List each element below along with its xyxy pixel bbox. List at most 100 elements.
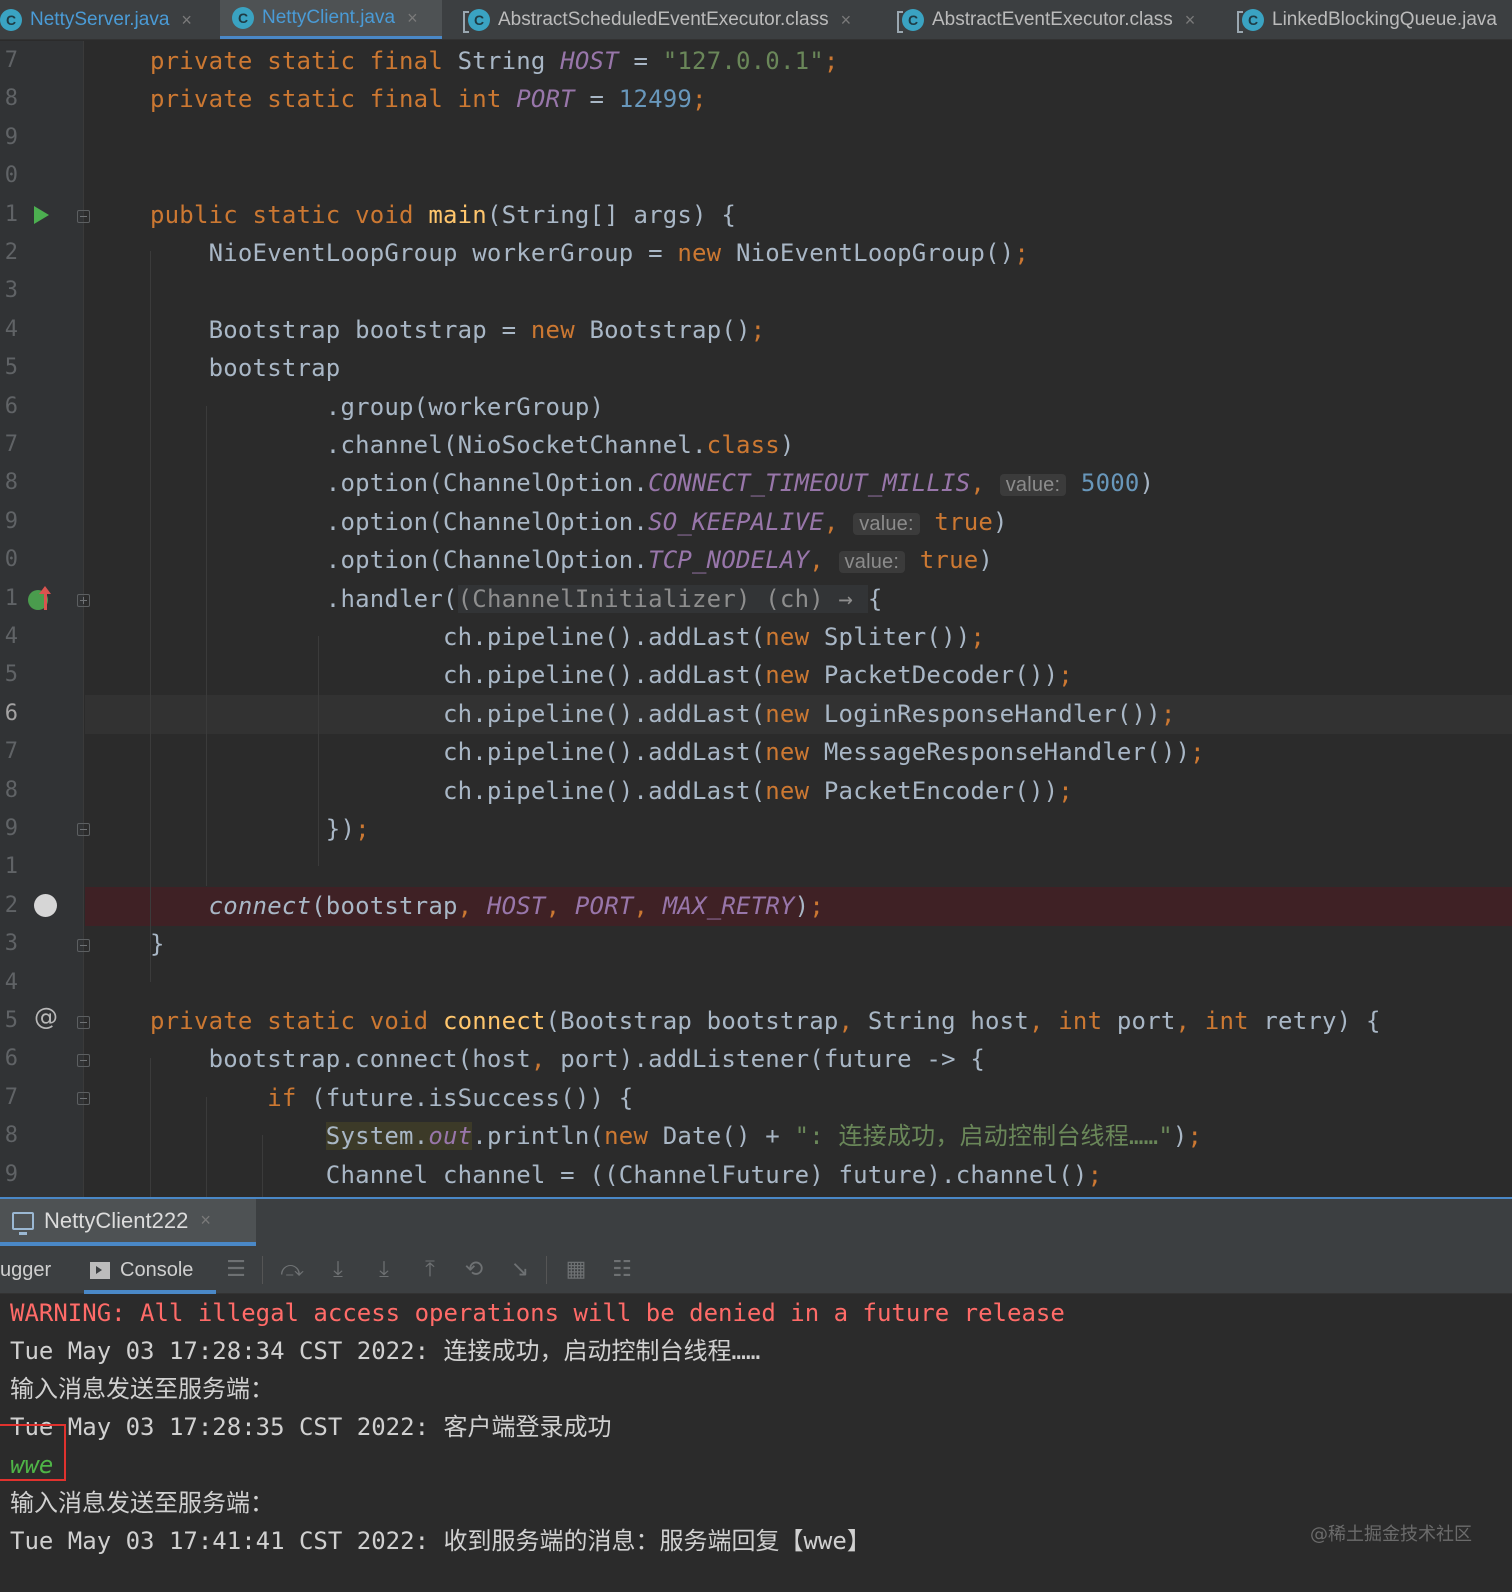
overrides-arrow-icon[interactable] <box>39 586 51 610</box>
code-line[interactable]: private static final String HOST = "127.… <box>0 42 1512 81</box>
code-token: new <box>765 776 824 805</box>
code-line-breakpoint[interactable]: connect(bootstrap, HOST, PORT, MAX_RETRY… <box>85 886 1512 926</box>
tab-linkedblockingqueue[interactable]: C LinkedBlockingQueue.java <box>1232 0 1512 39</box>
code-text: public static void main(String[] args) { <box>150 196 736 235</box>
run-to-cursor-icon[interactable]: ↘ <box>508 1258 532 1282</box>
code-token: ) <box>1139 469 1155 498</box>
tab-label: NettyClient.java <box>262 7 396 28</box>
parameter-hint: value: <box>853 512 920 535</box>
code-line[interactable]: private static final int PORT = 12499; <box>0 80 1512 119</box>
code-text: ch.pipeline().addLast(new LoginResponseH… <box>150 695 1175 734</box>
console-output[interactable]: WARNING: All illegal access operations w… <box>0 1294 1512 1592</box>
tab-abstracteventexecutor[interactable]: C AbstractEventExecutor.class × <box>892 0 1222 39</box>
code-line[interactable] <box>0 119 1512 158</box>
evaluate-expression-icon[interactable]: ▦ <box>564 1258 588 1282</box>
step-out-icon[interactable]: ⤒ <box>418 1258 442 1282</box>
code-token: ; <box>1014 239 1029 267</box>
java-class-icon: C <box>0 9 22 31</box>
console-line: Tue May 03 17:28:35 CST 2022: 客户端登录成功 <box>10 1413 612 1441</box>
tab-abstractscheduledeventexecutor[interactable]: C AbstractScheduledEventExecutor.class × <box>458 0 878 39</box>
code-token: ; <box>1058 661 1073 690</box>
tab-nettyclient[interactable]: C NettyClient.java × <box>220 0 442 39</box>
code-line[interactable]: ch.pipeline().addLast(new LoginResponseH… <box>85 694 1512 734</box>
drop-frame-icon[interactable]: ⟲ <box>462 1258 486 1282</box>
code-line[interactable]: }); <box>0 810 1512 849</box>
fold-icon[interactable] <box>77 1054 90 1067</box>
annotation-at-icon[interactable]: @ <box>34 1003 58 1031</box>
code-line[interactable]: bootstrap.connect(host, port).addListene… <box>0 1040 1512 1079</box>
code-token: ; <box>1160 699 1176 728</box>
code-token: .option(ChannelOption. <box>150 469 649 498</box>
code-line[interactable] <box>0 964 1512 1003</box>
code-line[interactable]: System.out.println(new Date() + ": 连接成功，… <box>0 1117 1512 1156</box>
code-token: new <box>604 1122 663 1151</box>
code-text: System.out.println(new Date() + ": 连接成功，… <box>150 1117 1202 1156</box>
console-icon <box>90 1261 110 1279</box>
console-tab[interactable]: Console <box>90 1246 193 1294</box>
breakpoint-icon[interactable] <box>34 894 57 917</box>
class-file-icon: C <box>1237 9 1264 33</box>
code-token: Spliter()) <box>823 623 971 651</box>
unfold-icon[interactable] <box>77 594 90 607</box>
code-line[interactable] <box>0 272 1512 311</box>
code-line[interactable]: .option(ChannelOption.CONNECT_TIMEOUT_MI… <box>0 464 1512 503</box>
code-text: bootstrap.connect(host, port).addListene… <box>150 1040 985 1079</box>
code-token: ; <box>970 623 986 651</box>
code-line[interactable]: ch.pipeline().addLast(new PacketEncoder(… <box>0 772 1512 811</box>
code-line[interactable]: .handler((ChannelInitializer) (ch) → { <box>0 580 1512 619</box>
step-over-icon[interactable]: ⤼ <box>280 1258 304 1282</box>
debugger-tab[interactable]: ugger <box>0 1246 51 1294</box>
code-token: .option(ChannelOption. <box>150 507 649 536</box>
code-line[interactable]: .option(ChannelOption.SO_KEEPALIVE, valu… <box>0 503 1512 542</box>
code-token: connect <box>442 1007 546 1035</box>
force-step-into-icon[interactable]: ⤓ <box>372 1258 396 1282</box>
code-line[interactable]: NioEventLoopGroup workerGroup = new NioE… <box>0 234 1512 273</box>
code-text: .option(ChannelOption.CONNECT_TIMEOUT_MI… <box>150 464 1154 503</box>
code-line[interactable]: ch.pipeline().addLast(new MessageRespons… <box>0 733 1512 772</box>
code-editor[interactable]: 789012345678901456789123456789 private s… <box>0 41 1512 1197</box>
fold-icon[interactable] <box>77 1092 90 1105</box>
code-line[interactable]: Bootstrap bootstrap = new Bootstrap(); <box>0 311 1512 350</box>
code-line[interactable]: .group(workerGroup) <box>0 388 1512 427</box>
code-line[interactable]: ch.pipeline().addLast(new PacketDecoder(… <box>0 656 1512 695</box>
code-token: PacketEncoder()) <box>823 776 1059 805</box>
code-token: MessageResponseHandler()) <box>823 738 1191 767</box>
menu-lines-icon[interactable]: ☰ <box>224 1258 248 1282</box>
code-line[interactable]: public static void main(String[] args) { <box>0 196 1512 235</box>
trace-stream-icon[interactable]: ☷ <box>610 1258 634 1282</box>
code-token: (bootstrap <box>311 891 458 920</box>
fold-icon[interactable] <box>77 823 90 836</box>
code-token: ch.pipeline().addLast( <box>150 623 766 651</box>
run-main-icon[interactable] <box>34 206 49 224</box>
code-line[interactable] <box>0 848 1512 887</box>
code-line[interactable]: bootstrap <box>0 349 1512 388</box>
close-icon[interactable]: × <box>841 10 852 31</box>
fold-icon[interactable] <box>77 1016 90 1029</box>
close-icon[interactable]: × <box>200 1210 211 1231</box>
code-line[interactable]: Channel channel = ((ChannelFuture) futur… <box>0 1156 1512 1195</box>
code-token: PacketDecoder()) <box>823 661 1059 690</box>
close-icon[interactable]: × <box>407 8 418 29</box>
code-line[interactable]: .channel(NioSocketChannel.class) <box>0 426 1512 465</box>
code-line[interactable]: private static void connect(Bootstrap bo… <box>0 1002 1512 1041</box>
code-line[interactable]: .option(ChannelOption.TCP_NODELAY, value… <box>0 541 1512 580</box>
step-into-icon[interactable]: ⤓ <box>326 1258 350 1282</box>
code-token: , <box>457 891 487 920</box>
code-line[interactable]: ch.pipeline().addLast(new Spliter()); <box>0 618 1512 657</box>
fold-icon[interactable] <box>77 210 90 223</box>
code-text: bootstrap <box>150 349 341 388</box>
close-icon[interactable]: × <box>181 10 192 31</box>
code-token: ch.pipeline().addLast( <box>150 738 766 767</box>
run-tab-nettyclient222[interactable]: NettyClient222 × <box>0 1199 256 1246</box>
code-line[interactable]: } <box>0 925 1512 964</box>
code-text: private static final int PORT = 12499; <box>150 80 707 119</box>
code-token: TCP_NODELAY <box>648 546 810 575</box>
code-line[interactable]: if (future.isSuccess()) { <box>0 1079 1512 1118</box>
code-line[interactable] <box>0 157 1512 196</box>
close-icon[interactable]: × <box>1185 10 1196 31</box>
indent-guide <box>150 251 151 982</box>
code-token: NioEventLoopGroup workerGroup = <box>150 239 678 267</box>
fold-icon[interactable] <box>77 939 90 952</box>
code-token: , int <box>1028 1007 1117 1035</box>
tab-nettyserver[interactable]: C NettyServer.java × <box>0 0 212 39</box>
